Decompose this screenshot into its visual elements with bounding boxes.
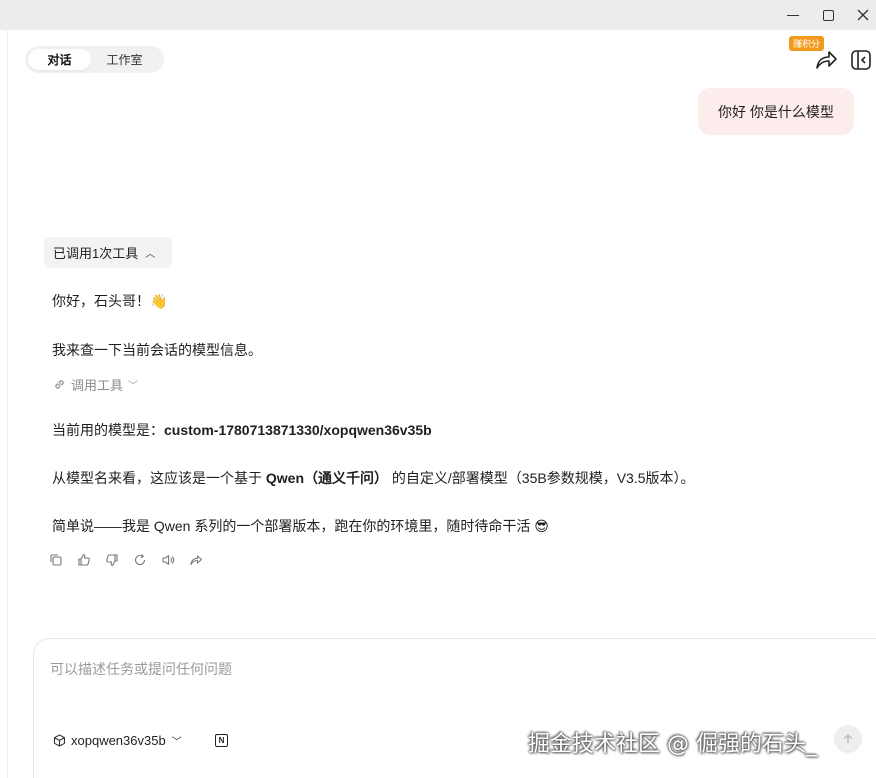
tool-call-label: 调用工具 bbox=[71, 378, 124, 393]
tool-call-link[interactable]: 调用工具 ﹀ bbox=[53, 375, 138, 394]
share-icon[interactable] bbox=[813, 48, 839, 72]
assistant-model-line: 当前用的模型是：custom-1780713871330/xopqwen36v3… bbox=[52, 420, 432, 440]
chevron-down-icon: ﹀ bbox=[128, 381, 139, 392]
assistant-checking: 我来查一下当前会话的模型信息。 bbox=[52, 342, 262, 358]
maximize-icon[interactable] bbox=[811, 0, 845, 30]
model-name: custom-1780713871330/xopqwen36v35b bbox=[164, 422, 432, 438]
watermark: 掘金技术社区 @ 倔强的石头_ bbox=[528, 732, 817, 757]
left-rail bbox=[0, 30, 8, 778]
model-prefix: 当前用的模型是： bbox=[52, 422, 164, 438]
notion-icon[interactable]: N bbox=[215, 734, 228, 747]
minimize-icon[interactable] bbox=[776, 0, 810, 30]
message-actions bbox=[47, 551, 215, 569]
share-icon[interactable] bbox=[187, 551, 215, 569]
mode-switch: 对话 工作室 bbox=[25, 46, 164, 73]
model-selector-label: xopqwen36v35b bbox=[71, 733, 166, 748]
assistant-summary-line: 简单说——我是 Qwen 系列的一个部署版本，跑在你的环境里，随时待命干活 😎 bbox=[52, 518, 549, 534]
tab-chat[interactable]: 对话 bbox=[28, 49, 91, 70]
link-icon bbox=[55, 380, 64, 389]
speaker-icon[interactable] bbox=[159, 551, 187, 569]
chevron-up-icon: ︿ bbox=[145, 249, 156, 260]
copy-icon[interactable] bbox=[47, 551, 75, 569]
user-message: 你好 你是什么模型 bbox=[698, 88, 854, 135]
window-titlebar bbox=[0, 0, 876, 30]
assistant-greeting: 你好，石头哥！👋 bbox=[52, 293, 168, 309]
chevron-down-icon: ﹀ bbox=[171, 737, 182, 748]
arrow-up-icon bbox=[843, 733, 853, 743]
assistant-analysis-line: 从模型名来看，这应该是一个基于 Qwen（通义千问） 的自定义/部署模型（35B… bbox=[52, 468, 695, 488]
thumbs-up-icon[interactable] bbox=[75, 551, 103, 569]
thumbs-down-icon[interactable] bbox=[103, 551, 131, 569]
refresh-icon[interactable] bbox=[131, 551, 159, 569]
model-selector[interactable]: xopqwen36v35b ﹀ bbox=[53, 733, 182, 748]
analysis-prefix: 从模型名来看，这应该是一个基于 bbox=[52, 470, 266, 486]
cube-icon bbox=[53, 734, 66, 747]
send-button[interactable] bbox=[834, 725, 862, 753]
composer-input[interactable]: 可以描述任务或提问任何问题 bbox=[50, 659, 232, 679]
close-icon[interactable] bbox=[846, 0, 876, 30]
analysis-suffix: 的自定义/部署模型（35B参数规模，V3.5版本）。 bbox=[388, 470, 695, 486]
tab-studio[interactable]: 工作室 bbox=[91, 49, 158, 70]
analysis-bold: Qwen（通义千问） bbox=[265, 470, 389, 486]
sidebar-toggle-icon[interactable] bbox=[849, 48, 873, 72]
tool-summary-toggle[interactable]: 已调用1次工具 ︿ bbox=[44, 237, 172, 268]
tool-summary-label: 已调用1次工具 bbox=[53, 246, 139, 261]
